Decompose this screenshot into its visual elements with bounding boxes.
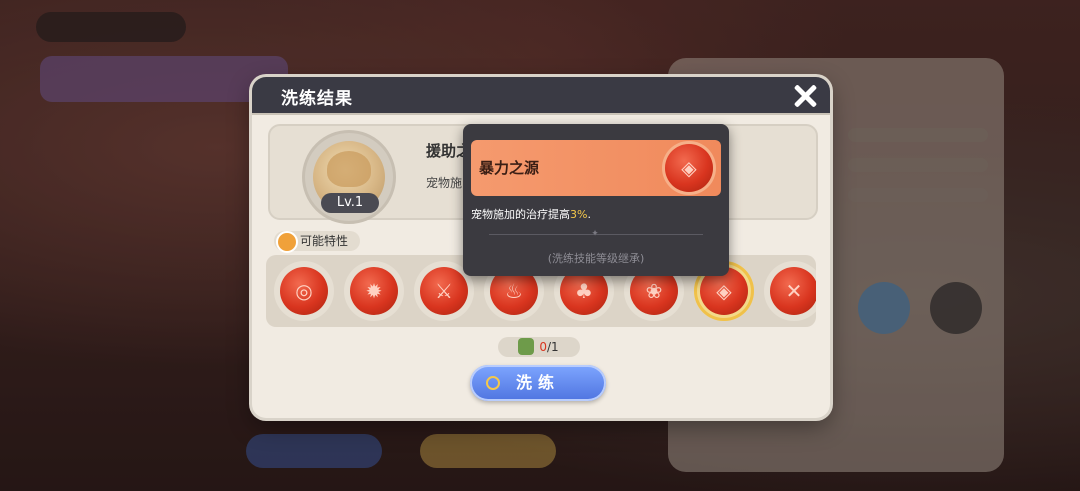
tooltip-desc-end: . — [587, 208, 591, 221]
skill-description: 宠物施 — [426, 176, 463, 190]
counter-total: /1 — [546, 340, 559, 354]
tooltip-note: (洗练技能等级继承) — [547, 252, 645, 265]
traits-badge-icon — [276, 231, 298, 253]
skill-icon-frame: Lv.1 — [302, 130, 396, 224]
refine-button-label: 洗练 — [515, 373, 560, 392]
dialog-header: 洗练结果 — [252, 77, 830, 115]
refine-button[interactable]: 洗练 — [470, 365, 606, 401]
tooltip-highlight-value: 3% — [570, 208, 588, 221]
close-icon[interactable] — [792, 83, 818, 109]
skill-level-badge: Lv.1 — [321, 193, 379, 213]
refine-material-icon — [518, 338, 534, 355]
refine-ring-icon — [486, 376, 500, 390]
dialog-title: 洗练结果 — [281, 89, 353, 109]
refine-item-counter: 0/1 — [498, 337, 580, 357]
cross-mark-icon[interactable]: ✕ — [764, 261, 816, 321]
trait-tooltip: 暴力之源 ◈ 宠物施加的治疗提高3%. ✦ (洗练技能等级继承) — [463, 124, 729, 276]
tooltip-description: 宠物施加的治疗提高3%. — [471, 206, 591, 222]
ring-target-icon[interactable]: ◎ — [274, 261, 334, 321]
sun-star-icon[interactable]: ✹ — [344, 261, 404, 321]
divider-diamond-icon: ✦ — [591, 229, 599, 239]
tooltip-header: 暴力之源 ◈ — [471, 140, 721, 196]
shield-rune-icon: ◈ — [665, 144, 713, 192]
tooltip-trait-name: 暴力之源 — [479, 159, 540, 177]
tooltip-desc-text: 宠物施加的治疗提高 — [471, 208, 570, 221]
counter-current: 0 — [539, 340, 547, 354]
